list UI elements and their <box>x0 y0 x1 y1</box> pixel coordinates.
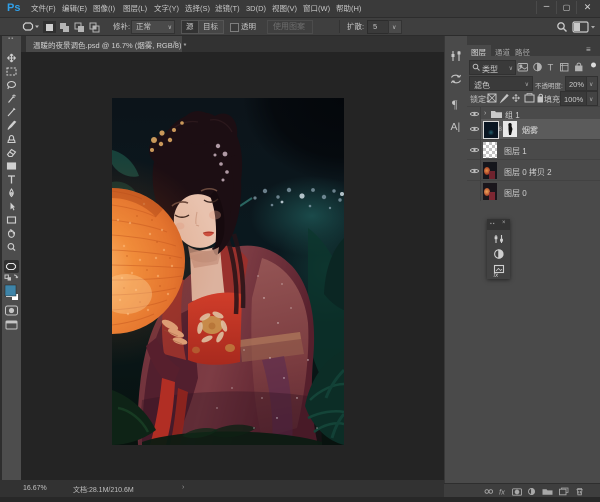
svg-text:fx: fx <box>493 273 499 278</box>
svg-text:A|: A| <box>451 121 461 133</box>
svg-text:fx: fx <box>499 488 505 497</box>
svg-text:T: T <box>548 63 554 74</box>
svg-text:¶: ¶ <box>452 97 458 111</box>
